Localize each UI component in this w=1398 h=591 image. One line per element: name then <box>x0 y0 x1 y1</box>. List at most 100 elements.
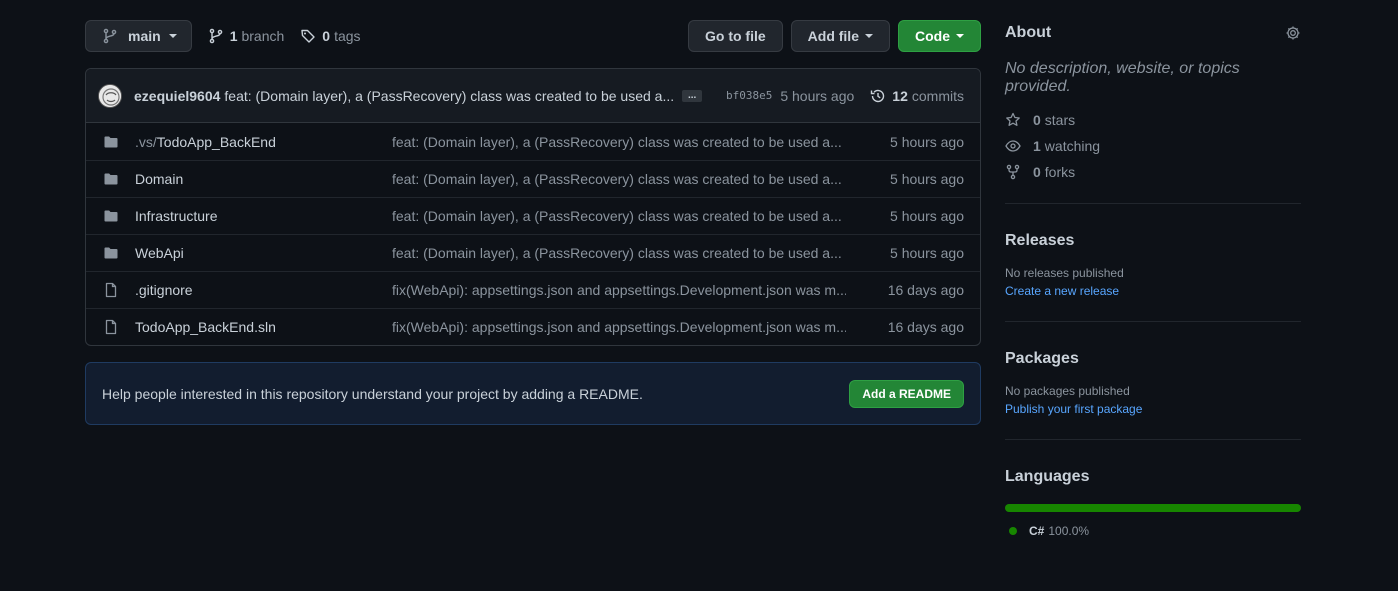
file-commit-age: 16 days ago <box>887 319 964 335</box>
file-commit-age: 16 days ago <box>887 282 964 298</box>
file-name-link[interactable]: .vs/TodoApp_BackEnd <box>135 134 392 150</box>
file-browser: ezequiel9604 feat: (Domain layer), a (Pa… <box>85 68 981 346</box>
file-list: .vs/TodoApp_BackEnd feat: (Domain layer),… <box>86 123 980 345</box>
file-commit-age: 5 hours ago <box>890 133 964 150</box>
forks-label: forks <box>1044 164 1076 180</box>
watching-link[interactable]: 1 watching <box>1005 138 1301 154</box>
file-commit-message-link[interactable]: fix(WebApi): appsettings.json and appset… <box>392 282 846 298</box>
file-name-link[interactable]: Domain <box>135 171 392 187</box>
divider <box>1005 439 1301 440</box>
chevron-down-icon <box>865 34 873 38</box>
readme-prompt-text: Help people interested in this repositor… <box>102 385 643 402</box>
commit-author-link[interactable]: ezequiel9604 <box>134 88 220 104</box>
stars-label: stars <box>1044 112 1076 128</box>
about-title: About <box>1005 24 1052 41</box>
file-name: WebApi <box>135 245 184 261</box>
tag-icon <box>300 28 316 44</box>
stars-count: 0 <box>1033 112 1041 128</box>
file-commit-message-link[interactable]: feat: (Domain layer), a (PassRecovery) c… <box>392 134 846 150</box>
chevron-down-icon <box>956 34 964 38</box>
file-commit-message-link[interactable]: feat: (Domain layer), a (PassRecovery) c… <box>392 208 846 224</box>
language-bar-segment-csharp <box>1005 504 1301 512</box>
sidebar: About No description, website, or topics… <box>1005 20 1301 538</box>
branch-count: 1 <box>229 28 238 44</box>
repo-stats: 0 stars 1 watching 0 forks <box>1005 112 1301 180</box>
language-item-csharp[interactable]: C# 100.0% <box>1005 524 1301 538</box>
file-icon <box>103 282 119 298</box>
forks-link[interactable]: 0 forks <box>1005 164 1301 180</box>
releases-title[interactable]: Releases <box>1005 232 1301 250</box>
add-file-label: Add file <box>807 28 859 44</box>
readme-banner: Help people interested in this repositor… <box>85 362 981 425</box>
file-row[interactable]: .gitignore fix(WebApi): appsettings.json … <box>86 271 980 308</box>
language-name: C# <box>1029 524 1045 538</box>
releases-empty-text: No releases published <box>1005 266 1124 280</box>
file-commit-message-link[interactable]: fix(WebApi): appsettings.json and appset… <box>392 319 846 335</box>
git-branch-icon <box>102 28 118 44</box>
commit-count: 12 <box>892 87 908 104</box>
language-color-dot <box>1009 527 1017 535</box>
file-name: Domain <box>135 171 184 187</box>
packages-title[interactable]: Packages <box>1005 350 1301 368</box>
folder-icon <box>103 208 119 224</box>
avatar[interactable] <box>98 83 122 108</box>
add-file-button[interactable]: Add file <box>790 20 890 52</box>
tag-label: tags <box>334 28 361 44</box>
file-name-link[interactable]: .gitignore <box>135 282 392 298</box>
file-commit-age: 5 hours ago <box>890 208 964 224</box>
commit-age: 5 hours ago <box>780 87 855 104</box>
publish-package-link[interactable]: Publish your first package <box>1005 402 1142 416</box>
star-icon <box>1005 112 1021 128</box>
commit-label: commits <box>911 87 964 104</box>
file-commit-message-link[interactable]: feat: (Domain layer), a (PassRecovery) c… <box>392 171 846 187</box>
file-row[interactable]: Infrastructure feat: (Domain layer), a (P… <box>86 197 980 234</box>
git-branch-icon <box>208 28 224 44</box>
action-buttons: Go to file Add file Code <box>687 20 981 52</box>
divider <box>1005 203 1301 204</box>
file-name: TodoApp_BackEnd <box>156 133 276 150</box>
packages-empty-text: No packages published <box>1005 384 1130 398</box>
code-button[interactable]: Code <box>898 20 981 52</box>
go-to-file-button[interactable]: Go to file <box>687 20 783 52</box>
file-name: TodoApp_BackEnd.sln <box>135 319 276 335</box>
file-name-link[interactable]: WebApi <box>135 245 392 261</box>
add-readme-button[interactable]: Add a README <box>849 379 964 408</box>
file-name: .gitignore <box>135 282 193 298</box>
file-row[interactable]: Domain feat: (Domain layer), a (PassRecov… <box>86 160 980 197</box>
branches-link[interactable]: 1 branch <box>208 28 284 44</box>
file-icon <box>103 319 119 335</box>
forks-count: 0 <box>1033 164 1041 180</box>
languages-title: Languages <box>1005 468 1090 485</box>
file-name-link[interactable]: TodoApp_BackEnd.sln <box>135 319 392 335</box>
main-column: main 1 branch 0 tags Go to file Add file <box>85 20 981 425</box>
file-commit-message-link[interactable]: feat: (Domain layer), a (PassRecovery) c… <box>392 245 846 261</box>
tag-count: 0 <box>322 28 331 44</box>
repo-toolbar: main 1 branch 0 tags Go to file Add file <box>85 20 981 52</box>
history-icon <box>870 88 886 104</box>
folder-icon <box>103 134 119 150</box>
file-commit-age: 5 hours ago <box>890 245 964 261</box>
about-description: No description, website, or topics provi… <box>1005 60 1240 95</box>
file-row[interactable]: TodoApp_BackEnd.sln fix(WebApi): appsetti… <box>86 308 980 345</box>
branch-select-button[interactable]: main <box>85 20 192 52</box>
commit-sha-link[interactable]: bf038e5 <box>726 89 772 102</box>
branch-name: main <box>128 28 161 44</box>
commits-history-link[interactable]: 12 commits <box>870 88 964 104</box>
file-row[interactable]: .vs/TodoApp_BackEnd feat: (Domain layer),… <box>86 123 980 160</box>
file-name: Infrastructure <box>135 208 218 224</box>
expand-commit-button[interactable]: ... <box>682 89 703 102</box>
gear-icon[interactable] <box>1285 25 1301 41</box>
about-header: About <box>1005 20 1301 46</box>
file-name-link[interactable]: Infrastructure <box>135 208 392 224</box>
fork-icon <box>1005 164 1021 180</box>
latest-commit-bar: ezequiel9604 feat: (Domain layer), a (Pa… <box>86 69 980 123</box>
commit-message-link[interactable]: feat: (Domain layer), a (PassRecovery) c… <box>224 88 674 104</box>
file-row[interactable]: WebApi feat: (Domain layer), a (PassRecov… <box>86 234 980 271</box>
chevron-down-icon <box>168 34 177 38</box>
language-bar <box>1005 504 1301 512</box>
create-release-link[interactable]: Create a new release <box>1005 284 1119 298</box>
file-commit-age: 5 hours ago <box>890 171 964 187</box>
stars-link[interactable]: 0 stars <box>1005 112 1301 128</box>
tags-link[interactable]: 0 tags <box>300 28 361 44</box>
watching-label: watching <box>1044 138 1101 154</box>
